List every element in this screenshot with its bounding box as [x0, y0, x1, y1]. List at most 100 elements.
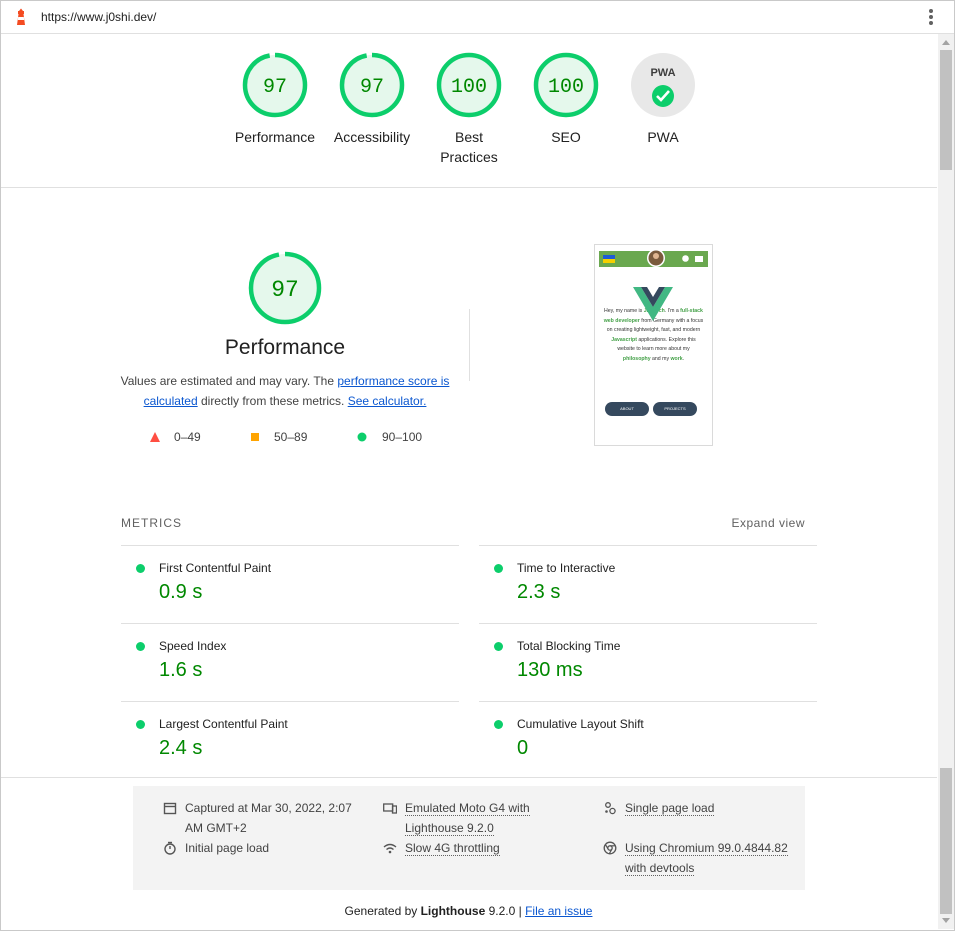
gauge-label: SEO — [551, 129, 581, 145]
metric-title: Time to Interactive — [517, 561, 616, 575]
gauge-accessibility[interactable]: 97 Accessibility — [324, 52, 420, 147]
page-url: https://www.j0shi.dev/ — [41, 10, 157, 24]
desc-text: Values are estimated and may vary. The — [120, 374, 338, 388]
thumbnail-buttons: ABOUT PROJECTS — [605, 402, 701, 416]
gauge-performance[interactable]: 97 Performance — [227, 52, 323, 147]
gauge-seo[interactable]: 100 SEO — [518, 52, 614, 147]
scroll-up-icon[interactable] — [942, 40, 950, 45]
vertical-divider — [469, 309, 470, 381]
scroll-down-icon[interactable] — [942, 918, 950, 923]
thumbnail-header — [599, 249, 708, 267]
thumb-projects-button: PROJECTS — [653, 402, 697, 416]
metric-value: 2.4 s — [159, 737, 203, 759]
gauge-label: Best Practices — [440, 129, 498, 165]
performance-title: Performance — [224, 336, 346, 359]
timer-icon — [164, 841, 176, 855]
gauge-best-practices[interactable]: 100 Best Practices — [421, 52, 517, 167]
legend-label: 50–89 — [274, 430, 308, 444]
thumb-highlight: philosophy — [622, 355, 651, 362]
scrollbar[interactable] — [938, 34, 954, 929]
runtime-text-line[interactable]: Lighthouse 9.2.0 — [405, 821, 494, 836]
metric-title: Cumulative Layout Shift — [517, 717, 644, 731]
metrics-heading: METRICS — [121, 516, 182, 530]
runtime-text-line: AM GMT+2 — [185, 821, 247, 835]
single-load-icon — [605, 802, 616, 815]
pass-circle-icon — [136, 720, 145, 729]
footer-text: Generated by — [344, 904, 421, 918]
chrome-icon — [603, 841, 617, 855]
top-bar: https://www.j0shi.dev/ — [1, 1, 954, 34]
legend-label: 90–100 — [382, 430, 423, 444]
score-gauge-icon: 97 — [339, 52, 405, 118]
metric-value: 1.6 s — [159, 659, 203, 681]
runtime-text-line[interactable]: Using Chromium 99.0.4844.82 — [625, 841, 788, 856]
footer-brand: Lighthouse — [420, 904, 486, 918]
scrollbar-thumb-bottom[interactable] — [940, 768, 952, 914]
metric-first-contentful-paint: First Contentful Paint 0.9 s — [121, 545, 459, 624]
square-icon — [251, 433, 259, 441]
metric-title: Total Blocking Time — [517, 639, 621, 653]
metric-title: Speed Index — [159, 639, 227, 653]
metric-value: 2.3 s — [517, 581, 561, 603]
thumb-text: and my — [650, 355, 671, 362]
section-divider — [1, 777, 937, 778]
gauge-score: 100 — [451, 76, 487, 99]
metric-total-blocking-time: Total Blocking Time 130 ms — [479, 623, 817, 702]
runtime-text-line[interactable]: Single page load — [625, 801, 715, 816]
runtime-text-line[interactable]: Emulated Moto G4 with — [405, 801, 530, 816]
scrollbar-thumb-top[interactable] — [940, 50, 952, 170]
thumb-button-label: ABOUT — [620, 406, 634, 411]
thumb-about-button: ABOUT — [605, 402, 649, 416]
score-gauge-icon: 100 — [533, 52, 599, 118]
more-menu-icon[interactable] — [928, 9, 934, 27]
pass-circle-icon — [494, 564, 503, 573]
metric-value: 0.9 s — [159, 581, 203, 603]
gauge-score: 97 — [360, 76, 384, 99]
lighthouse-logo-icon — [17, 8, 25, 25]
runtime-text[interactable]: Single page load — [625, 798, 715, 818]
file-issue-link[interactable]: File an issue — [525, 904, 592, 918]
thumb-highlight: work — [670, 355, 683, 362]
metric-cumulative-layout-shift: Cumulative Layout Shift 0 — [479, 701, 817, 780]
pass-circle-icon — [494, 642, 503, 651]
thumb-text: . — [682, 355, 685, 362]
gauge-label: Accessibility — [333, 129, 411, 145]
page-screenshot-thumbnail: Hey, my name is Janosch. I'm a full-stac… — [594, 244, 713, 446]
pass-circle-icon — [136, 564, 145, 573]
avatar — [647, 249, 665, 267]
metric-speed-index: Speed Index 1.6 s — [121, 623, 459, 702]
circle-icon — [357, 432, 367, 442]
calculator-link[interactable]: See calculator. — [348, 394, 427, 408]
vue-logo-icon — [633, 287, 673, 321]
pwa-badge-icon: PWA — [631, 53, 695, 117]
triangle-icon — [150, 432, 160, 442]
runtime-text-line: Captured at Mar 30, 2022, 2:07 — [185, 801, 352, 815]
thumb-highlight: Javascript — [611, 336, 637, 343]
github-icon — [682, 255, 689, 262]
legend-label: 0–49 — [174, 430, 201, 444]
report-footer: Generated by Lighthouse 9.2.0 | File an … — [0, 904, 937, 918]
metric-value: 0 — [517, 737, 529, 759]
metric-title: Largest Contentful Paint — [159, 717, 288, 731]
pass-circle-icon — [136, 642, 145, 651]
runtime-text-line[interactable]: Slow 4G throttling — [405, 841, 500, 856]
score-gauge-icon: 97 — [248, 251, 322, 325]
runtime-text[interactable]: Using Chromium 99.0.4844.82 with devtools — [625, 838, 788, 878]
runtime-text-line[interactable]: with devtools — [625, 861, 695, 876]
thumb-button-label: PROJECTS — [664, 406, 686, 411]
pwa-badge-text: PWA — [650, 67, 675, 79]
metric-value: 130 ms — [517, 659, 583, 681]
performance-gauge: 97 — [247, 250, 323, 331]
gauge-label: Performance — [234, 129, 316, 145]
runtime-text[interactable]: Emulated Moto G4 with Lighthouse 9.2.0 — [405, 798, 530, 838]
pass-circle-icon — [494, 720, 503, 729]
wifi-icon — [383, 843, 397, 854]
expand-view-button[interactable]: Expand view — [731, 516, 805, 530]
gauge-score: 97 — [263, 76, 287, 99]
gauge-pwa[interactable]: PWA PWA — [615, 52, 711, 147]
flag-icon — [603, 255, 615, 263]
gauge-score: 100 — [548, 76, 584, 99]
score-gauge-icon: 97 — [242, 52, 308, 118]
runtime-text[interactable]: Slow 4G throttling — [405, 838, 500, 858]
performance-score: 97 — [271, 277, 299, 303]
